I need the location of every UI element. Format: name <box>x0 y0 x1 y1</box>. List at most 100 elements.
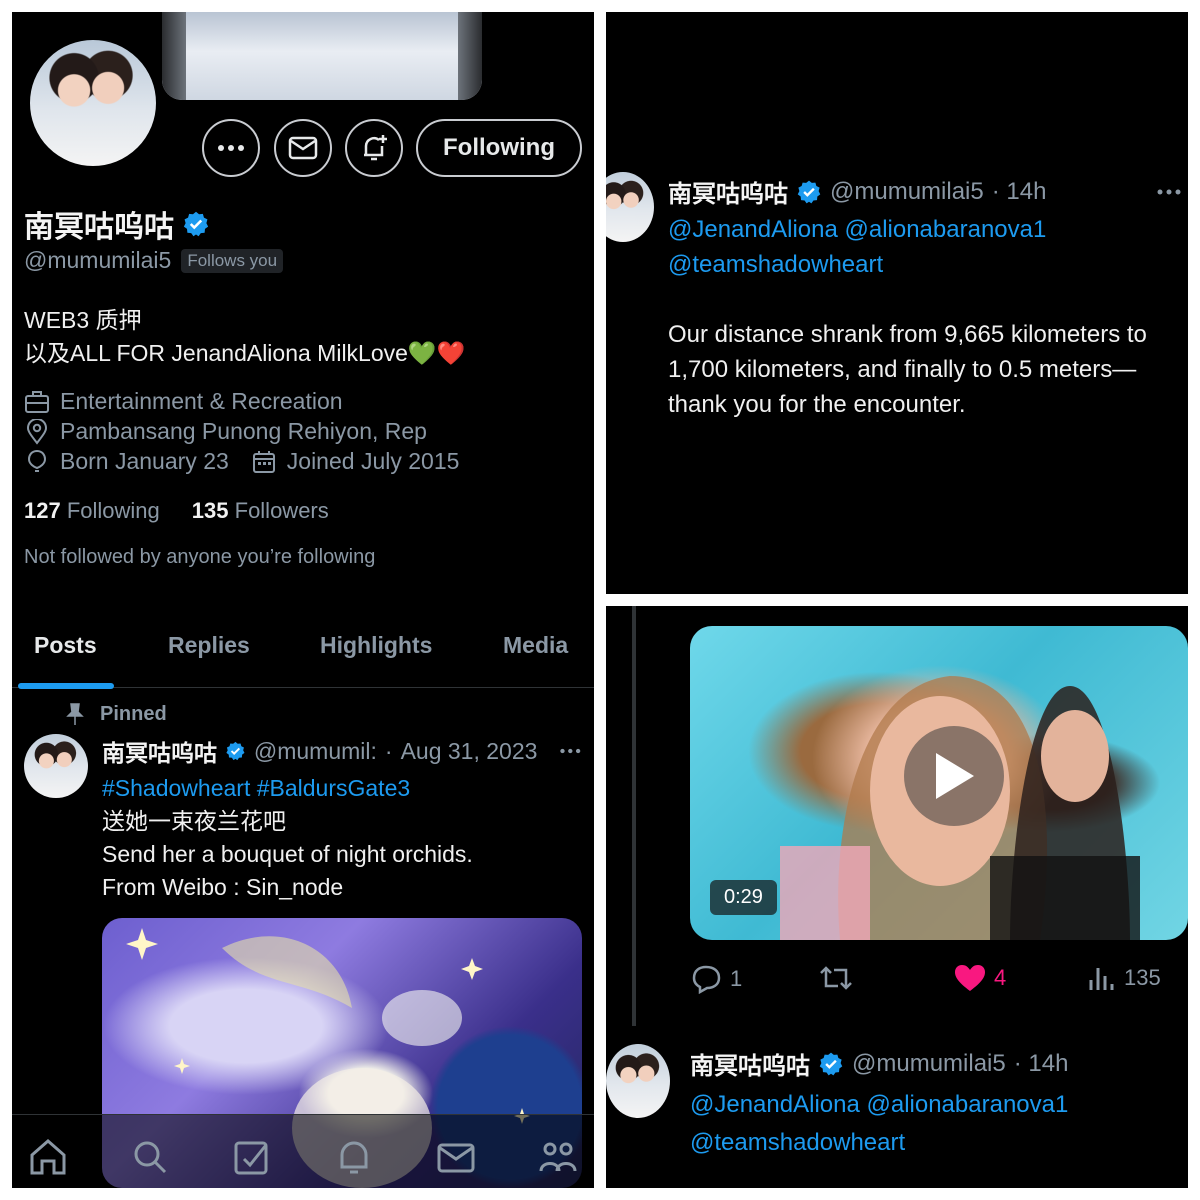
tab-label: Posts <box>34 632 97 658</box>
message-button[interactable] <box>274 119 332 177</box>
mail-icon <box>288 136 318 160</box>
profile-handle-row: @mumumilai5 Follows you <box>24 247 284 274</box>
play-icon <box>936 753 974 799</box>
tab-replies[interactable]: Replies <box>168 632 250 659</box>
grok-icon[interactable] <box>232 1137 272 1177</box>
post-author-handle: @mumumilai5 <box>852 1049 1006 1077</box>
post-body: #Shadowheart #BaldursGate3 送她一束夜兰花吧 Send… <box>102 772 473 904</box>
reply-count: 1 <box>730 966 743 991</box>
home-icon[interactable] <box>28 1137 68 1177</box>
post-author-handle: @mumumilai5 <box>830 177 984 205</box>
profile-joined: Joined July 2015 <box>286 448 460 474</box>
tab-label: Replies <box>168 632 250 658</box>
active-tab-indicator <box>18 683 114 689</box>
display-name: 南冥咕呜咕 <box>24 211 174 244</box>
following-stat[interactable]: 127 Following <box>24 498 160 524</box>
follow-stats: 127 Following 135 Followers <box>24 498 329 524</box>
post-line: From Weibo : Sin_node <box>102 874 344 900</box>
like-count: 4 <box>994 965 1007 990</box>
profile-panel: Following 南冥咕呜咕 @mumumilai5 Follows you … <box>12 12 594 1188</box>
profile-avatar[interactable] <box>26 36 160 170</box>
text-post-panel: 南冥咕呜咕 @mumumilai5 · 14h @JenandAliona @a… <box>606 12 1188 594</box>
profile-birthday: Born January 23 <box>60 448 229 474</box>
heart-icon <box>955 965 985 991</box>
search-icon[interactable] <box>130 1137 170 1177</box>
verified-icon <box>797 180 821 203</box>
dates-row: Born January 23 Joined July 2015 <box>24 448 459 475</box>
post-header: 南冥咕呜咕 @mumumil: · Aug 31, 2023 <box>102 734 582 768</box>
following-button[interactable]: Following <box>416 119 582 177</box>
post-mentions: @JenandAliona @alionabaranova1 @teamshad… <box>690 1086 1068 1162</box>
repost-icon <box>820 966 852 990</box>
bio-line: 以及ALL FOR JenandAliona MilkLove💚❤️ <box>24 340 466 366</box>
mention-line[interactable]: @JenandAliona @alionabaranova1 <box>668 212 1046 247</box>
post-author-name: 南冥咕呜咕 <box>690 1053 810 1080</box>
more-icon[interactable] <box>559 747 582 755</box>
profile-banner[interactable] <box>162 12 482 100</box>
like-action[interactable]: 4 <box>954 964 1006 992</box>
views-icon <box>1089 968 1114 990</box>
follows-you-badge: Follows you <box>181 248 284 273</box>
mention-line[interactable]: @teamshadowheart <box>668 247 1046 282</box>
video-player[interactable]: 0:29 <box>690 626 1188 940</box>
views-action[interactable]: 135 <box>1088 964 1161 992</box>
bottom-nav <box>12 1114 594 1188</box>
profile-category: Entertainment & Recreation <box>60 388 343 414</box>
post-dot: · <box>384 737 393 764</box>
more-icon <box>218 145 244 151</box>
post-avatar[interactable] <box>606 172 654 242</box>
post-header: 南冥咕呜咕 @mumumilai5 · 14h <box>690 1046 1068 1081</box>
bio-line: WEB3 质押 <box>24 307 142 333</box>
post-author-name: 南冥咕呜咕 <box>102 740 217 766</box>
notifications-icon[interactable] <box>334 1137 374 1177</box>
profile-location: Pambansang Punong Rehiyon, Rep <box>60 418 427 444</box>
followers-stat[interactable]: 135 Followers <box>192 498 329 524</box>
post-date: Aug 31, 2023 <box>400 737 538 764</box>
mention-line[interactable]: @teamshadowheart <box>690 1124 1068 1162</box>
post-avatar[interactable] <box>24 734 88 798</box>
post-author-handle: @mumumil: <box>253 737 377 764</box>
profile-name: 南冥咕呜咕 <box>24 202 210 246</box>
more-icon[interactable] <box>1156 188 1182 196</box>
video-duration: 0:29 <box>710 880 777 915</box>
tab-posts[interactable]: Posts <box>34 632 97 659</box>
post-mentions: @JenandAliona @alionabaranova1 @teamshad… <box>668 212 1046 282</box>
pinned-text: Pinned <box>100 702 167 725</box>
category-row: Entertainment & Recreation <box>24 388 343 415</box>
post-hashtags[interactable]: #Shadowheart #BaldursGate3 <box>102 772 473 805</box>
verified-icon <box>183 211 209 237</box>
messages-icon[interactable] <box>436 1137 476 1177</box>
following-count: 127 <box>24 498 61 523</box>
play-button[interactable] <box>904 726 1004 826</box>
post-time: · 14h <box>991 177 1047 205</box>
repost-action[interactable] <box>818 964 854 992</box>
post-time: · 14h <box>1013 1049 1069 1077</box>
briefcase-icon <box>25 390 49 413</box>
location-row: Pambansang Punong Rehiyon, Rep <box>24 418 427 445</box>
more-options-button[interactable] <box>202 119 260 177</box>
followers-label: Followers <box>234 498 329 523</box>
mention-line[interactable]: @JenandAliona @alionabaranova1 <box>690 1086 1068 1124</box>
location-icon <box>26 418 48 445</box>
notify-button[interactable] <box>345 119 403 177</box>
tab-media[interactable]: Media <box>503 632 568 659</box>
verified-icon <box>819 1052 843 1075</box>
video-post-panel: 0:29 1 4 135 南冥咕呜咕 @mumumilai5 · 14h @Je… <box>606 606 1188 1188</box>
communities-icon[interactable] <box>538 1137 578 1177</box>
reply-action[interactable]: 1 <box>690 964 742 994</box>
pin-icon <box>66 703 84 725</box>
post-text: Our distance shrank from 9,665 kilometer… <box>668 321 1147 418</box>
calendar-icon <box>252 450 275 473</box>
profile-tabs: Posts Replies Highlights Media <box>12 614 594 689</box>
profile-bio: WEB3 质押 以及ALL FOR JenandAliona MilkLove💚… <box>24 304 465 370</box>
thread-line <box>632 606 636 1026</box>
verified-icon <box>226 741 245 761</box>
post-avatar[interactable] <box>606 1044 670 1118</box>
tab-highlights[interactable]: Highlights <box>320 632 432 659</box>
following-label: Following <box>66 498 160 523</box>
view-count: 135 <box>1124 965 1161 990</box>
post-header: 南冥咕呜咕 @mumumilai5 · 14h <box>668 174 1046 209</box>
profile-handle: @mumumilai5 <box>24 247 172 273</box>
followers-count: 135 <box>191 498 229 523</box>
post-author-name: 南冥咕呜咕 <box>668 181 788 208</box>
